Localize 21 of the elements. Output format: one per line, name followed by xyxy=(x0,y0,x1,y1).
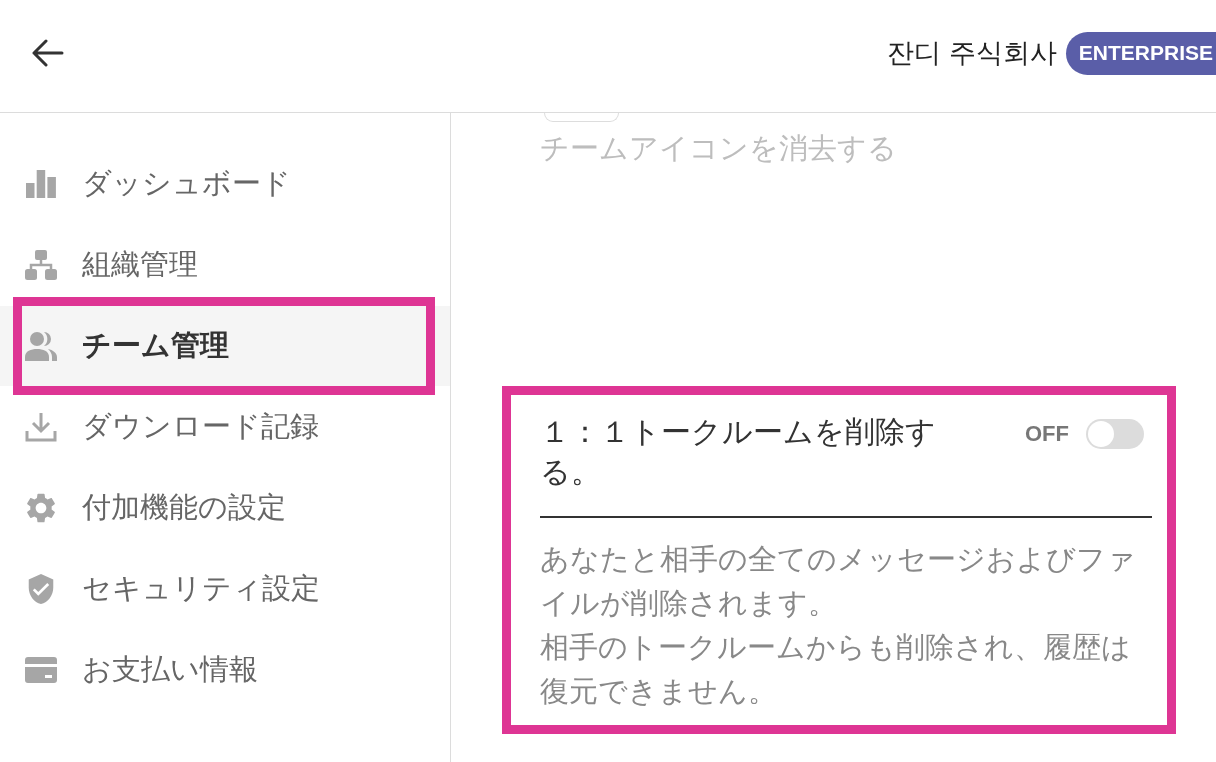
settings-icon xyxy=(25,493,57,523)
company-name: 잔디 주식회사 xyxy=(887,37,1057,70)
org-chart-icon xyxy=(25,250,57,280)
credit-card-icon xyxy=(25,655,57,685)
bar-chart-icon xyxy=(25,169,57,199)
setting-title: １：１トークルームを削除する。 xyxy=(540,414,937,490)
sidebar-item[interactable]: 付加機能の設定 xyxy=(0,477,450,539)
setting-description: あなたと相手の全てのメッセージおよびファイルが削除されます。 xyxy=(540,542,1137,621)
sidebar-item[interactable]: ダウンロード記録 xyxy=(0,396,450,458)
back-button[interactable] xyxy=(30,37,66,69)
download-icon xyxy=(25,412,57,442)
sidebar-item[interactable]: お支払い情報 xyxy=(0,639,450,701)
toggle-state-label: OFF xyxy=(1025,421,1069,447)
sidebar-item[interactable]: 組織管理 xyxy=(0,234,450,296)
setting-description: 相手のトークルームからも削除され、履歴は復元できません。 xyxy=(540,630,1132,709)
back-arrow-icon xyxy=(32,39,64,67)
plan-badge: ENTERPRISE xyxy=(1065,31,1216,75)
sidebar-item[interactable]: ダッシュボード xyxy=(0,153,450,215)
sidebar-item[interactable]: セキュリティ設定 xyxy=(0,558,450,620)
people-icon xyxy=(25,331,57,361)
toggle-switch[interactable] xyxy=(1086,419,1144,449)
